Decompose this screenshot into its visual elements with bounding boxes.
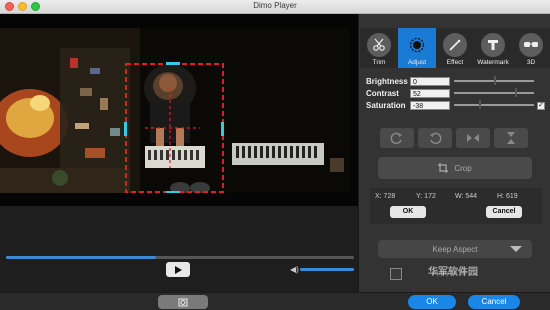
flip-vertical-icon <box>507 132 515 144</box>
3d-glasses-icon <box>519 33 543 57</box>
camera-icon <box>178 298 188 307</box>
saturation-label: Saturation <box>366 100 406 110</box>
brightness-slider[interactable] <box>454 76 534 85</box>
rotate-right-button[interactable] <box>418 128 452 148</box>
crop-ok-button[interactable]: OK <box>390 206 426 218</box>
crop-button[interactable]: Crop <box>378 157 532 179</box>
tab-label: Adjust <box>407 59 427 66</box>
tab-adjust[interactable]: Adjust <box>398 28 436 68</box>
contrast-knob[interactable] <box>514 88 517 97</box>
saturation-slider[interactable] <box>454 100 534 109</box>
brightness-row: Brightness 0 <box>366 76 534 86</box>
crop-x: X: 728 <box>375 193 396 200</box>
saturation-knob[interactable] <box>478 100 481 109</box>
snapshot-button[interactable] <box>158 295 208 309</box>
saturation-checkbox[interactable]: ✓ <box>537 102 545 110</box>
scissors-icon <box>367 33 391 57</box>
contrast-row: Contrast 52 <box>366 88 534 98</box>
tab-label: 3D <box>526 59 536 66</box>
flip-horizontal-button[interactable] <box>456 128 490 148</box>
tab-label: Effect <box>446 59 464 66</box>
flip-horizontal-icon <box>467 134 479 142</box>
rotate-left-button[interactable] <box>380 128 414 148</box>
volume-level <box>300 268 354 271</box>
saturation-row: Saturation -38 <box>366 100 534 110</box>
tab-label: Watermark <box>477 59 509 66</box>
crop-label: Crop <box>454 163 472 173</box>
crop-icon <box>438 163 449 173</box>
window-title: Dimo Player <box>253 1 297 10</box>
volume-slider[interactable] <box>300 268 354 271</box>
rotate-left-icon <box>390 132 402 145</box>
contrast-label: Contrast <box>366 88 399 98</box>
aspect-dropdown[interactable]: Keep Aspect <box>378 240 532 258</box>
title-bar: Dimo Player <box>0 0 550 14</box>
play-icon <box>175 265 182 274</box>
rotate-right-icon <box>430 132 442 145</box>
tab-3d[interactable]: 3D <box>512 28 550 68</box>
volume-icon[interactable]: ◀) <box>290 265 299 274</box>
brightness-knob[interactable] <box>494 76 496 85</box>
contrast-value[interactable]: 52 <box>410 88 450 98</box>
magic-wand-icon <box>443 33 467 57</box>
crop-h: H: 619 <box>497 193 518 200</box>
watermark-icon <box>481 33 505 57</box>
crop-y: Y: 172 <box>416 193 436 200</box>
edit-tabs: Trim Adjust Effect Watermark 3D <box>360 28 550 68</box>
tab-watermark[interactable]: Watermark <box>474 28 512 68</box>
brightness-icon <box>405 33 429 57</box>
contrast-slider[interactable] <box>454 88 534 97</box>
saturation-value[interactable]: -38 <box>410 100 450 110</box>
crop-w: W: 544 <box>455 193 478 200</box>
tab-trim[interactable]: Trim <box>360 28 398 68</box>
video-preview <box>0 14 358 206</box>
aspect-label: Keep Aspect <box>432 244 478 254</box>
flip-vertical-button[interactable] <box>494 128 528 148</box>
cancel-button[interactable]: Cancel <box>468 295 520 309</box>
site-watermark: 华军软件园 <box>428 267 478 278</box>
seek-bar[interactable] <box>6 256 354 259</box>
crop-cancel-button[interactable]: Cancel <box>486 206 522 218</box>
ok-button[interactable]: OK <box>408 295 456 309</box>
brightness-label: Brightness <box>366 76 408 86</box>
brightness-value[interactable]: 0 <box>410 76 450 86</box>
apply-to-all-checkbox[interactable] <box>390 268 402 280</box>
video-frame-image <box>0 28 350 193</box>
chevron-down-icon <box>510 246 522 252</box>
tab-label: Trim <box>372 59 386 66</box>
play-button[interactable] <box>166 262 190 277</box>
tab-effect[interactable]: Effect <box>436 28 474 68</box>
seek-progress <box>6 256 156 259</box>
